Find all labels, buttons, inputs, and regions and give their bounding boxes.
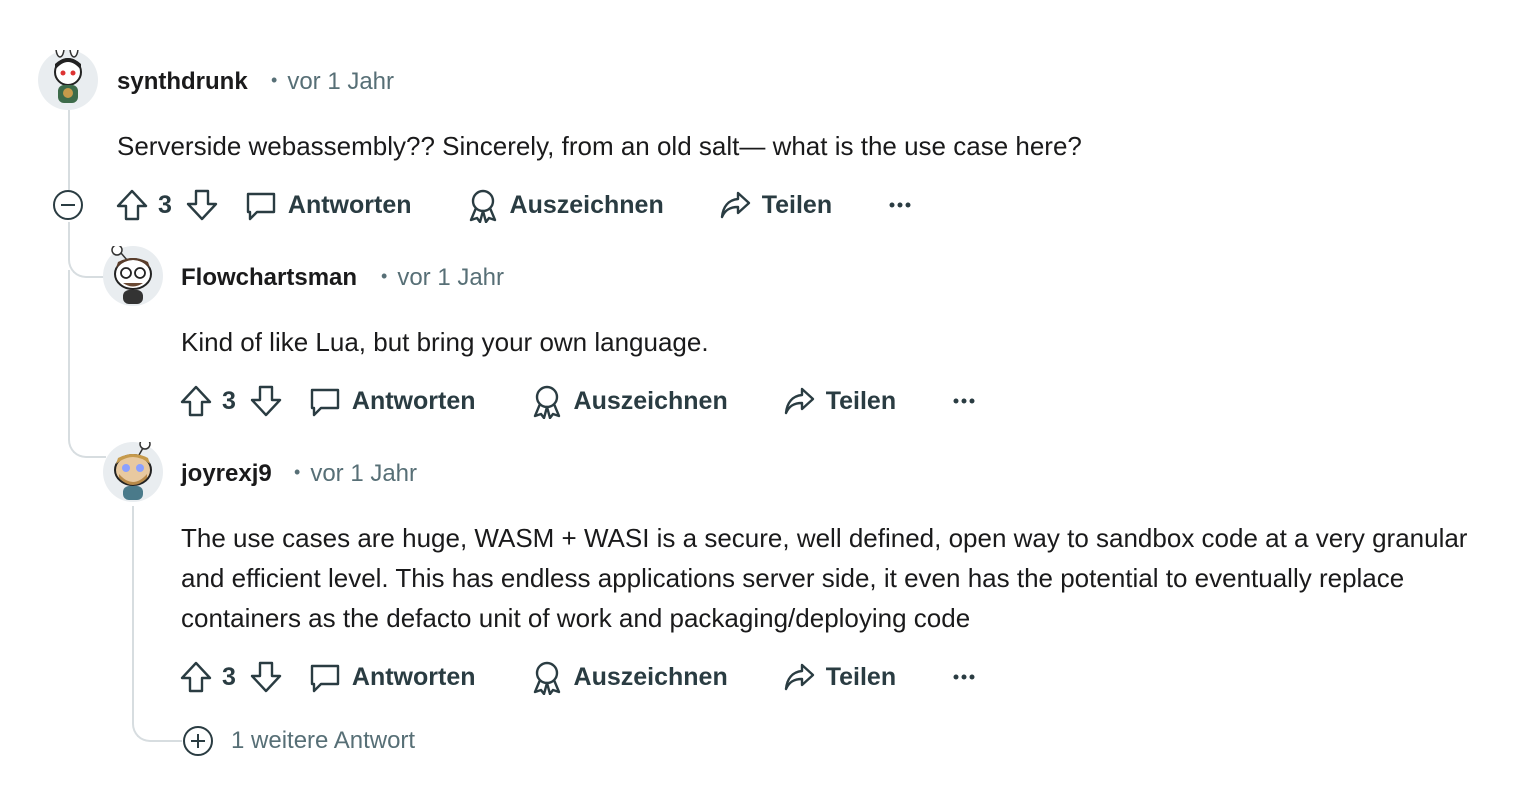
award-label: Auszeichnen — [573, 662, 728, 691]
expand-icon[interactable] — [183, 726, 213, 756]
username[interactable]: synthdrunk — [117, 68, 248, 96]
vote-count: 3 — [222, 386, 236, 415]
avatar[interactable] — [38, 50, 98, 110]
meta-dot: • — [271, 70, 278, 91]
more-replies-link[interactable]: 1 weitere Antwort — [231, 727, 415, 755]
thread-line-child — [132, 506, 182, 742]
reply-label: Antworten — [351, 386, 476, 415]
award-button[interactable]: Auszeichnen — [530, 659, 728, 695]
award-label: Auszeichnen — [573, 386, 728, 415]
reply-label: Antworten — [287, 190, 412, 219]
reply-button[interactable]: Antworten — [308, 660, 476, 694]
award-button[interactable]: Auszeichnen — [530, 383, 728, 419]
vote-count: 3 — [158, 190, 172, 219]
upvote-icon[interactable] — [114, 187, 150, 223]
more-icon[interactable] — [888, 201, 912, 209]
reply-button[interactable]: Antworten — [244, 188, 412, 222]
share-button[interactable]: Teilen — [718, 188, 832, 222]
share-icon — [782, 660, 816, 694]
award-icon — [466, 187, 500, 223]
comment-icon — [308, 660, 342, 694]
downvote-icon[interactable] — [248, 383, 284, 419]
comment-icon — [244, 188, 278, 222]
more-icon[interactable] — [952, 673, 976, 681]
avatar[interactable] — [103, 442, 163, 502]
timestamp[interactable]: • vor 1 Jahr — [381, 264, 504, 292]
award-icon — [530, 659, 564, 695]
share-button[interactable]: Teilen — [782, 660, 896, 694]
timestamp-text: vor 1 Jahr — [310, 460, 418, 487]
username[interactable]: Flowchartsman — [181, 264, 357, 292]
share-label: Teilen — [825, 662, 897, 691]
downvote-icon[interactable] — [184, 187, 220, 223]
upvote-icon[interactable] — [178, 659, 214, 695]
comment-text: Serverside webassembly?? Sincerely, from… — [117, 131, 1082, 161]
timestamp-text: vor 1 Jahr — [397, 264, 505, 291]
reply-label: Antworten — [351, 662, 476, 691]
award-button[interactable]: Auszeichnen — [466, 187, 664, 223]
share-label: Teilen — [825, 386, 897, 415]
comment-text: The use cases are huge, WASM + WASI is a… — [181, 523, 1468, 633]
comment-actions: 3 Antworten Auszeichnen Teilen — [178, 655, 976, 699]
meta-dot: • — [294, 462, 301, 483]
share-icon — [718, 188, 752, 222]
vote-count: 3 — [222, 662, 236, 691]
award-icon — [530, 383, 564, 419]
thread-line-root — [68, 270, 106, 458]
more-icon[interactable] — [952, 397, 976, 405]
timestamp[interactable]: • vor 1 Jahr — [271, 68, 394, 96]
comment-actions: 3 Antworten Auszeichnen Teilen — [114, 183, 912, 227]
award-label: Auszeichnen — [509, 190, 664, 219]
comment-actions: 3 Antworten Auszeichnen Teilen — [178, 379, 976, 423]
comment-text: Kind of like Lua, but bring your own lan… — [181, 327, 709, 357]
reply-button[interactable]: Antworten — [308, 384, 476, 418]
thread-line-root — [68, 110, 70, 190]
timestamp[interactable]: • vor 1 Jahr — [294, 460, 417, 488]
share-icon — [782, 384, 816, 418]
upvote-icon[interactable] — [178, 383, 214, 419]
meta-dot: • — [381, 266, 388, 287]
username[interactable]: joyrexj9 — [181, 460, 272, 488]
downvote-icon[interactable] — [248, 659, 284, 695]
share-label: Teilen — [761, 190, 833, 219]
collapse-icon[interactable] — [53, 190, 83, 220]
timestamp-text: vor 1 Jahr — [287, 68, 395, 95]
share-button[interactable]: Teilen — [782, 384, 896, 418]
comment-icon — [308, 384, 342, 418]
avatar[interactable] — [103, 246, 163, 306]
